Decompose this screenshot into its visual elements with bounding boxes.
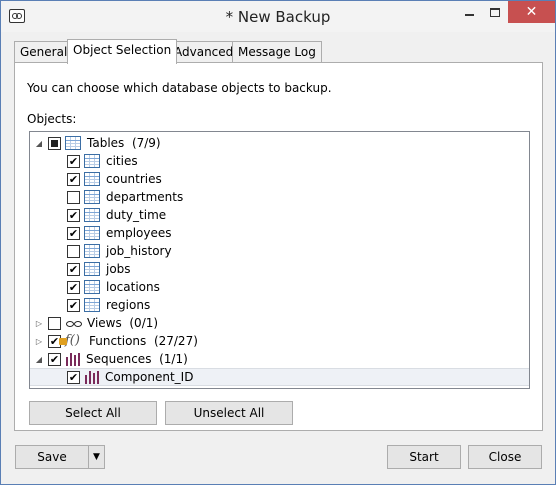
tree-node-tables[interactable]: ◢ Tables (7/9) — [30, 134, 529, 152]
tab-message-log[interactable]: Message Log — [232, 41, 322, 63]
tree-node-count: (27/27) — [153, 334, 198, 348]
tree-item-label: duty_time — [106, 208, 167, 222]
title-bar: * New Backup ✕ — [1, 1, 555, 32]
item-checkbox[interactable]: ✔ — [67, 280, 80, 294]
tab-object-selection[interactable]: Object Selection — [67, 39, 178, 64]
tree-node-label: Functions — [89, 334, 147, 348]
item-checkbox[interactable]: ✔ — [67, 208, 80, 222]
views-checkbox[interactable] — [48, 316, 61, 330]
item-checkbox[interactable]: ✔ — [67, 370, 80, 384]
select-all-button[interactable]: Select All — [29, 401, 157, 425]
tree-item-sequence[interactable]: ✔ Component_ID — [30, 368, 529, 386]
item-checkbox[interactable] — [67, 244, 80, 258]
table-icon — [84, 154, 100, 168]
sequences-checkbox[interactable]: ✔ — [48, 352, 61, 366]
tree-item-label: locations — [106, 280, 160, 294]
save-dropdown-button[interactable]: ▼ — [88, 445, 105, 469]
tree-node-count: (1/1) — [159, 352, 188, 366]
table-icon — [84, 190, 100, 204]
tree-node-count: (0/1) — [129, 316, 159, 330]
sequence-icon — [65, 352, 81, 366]
tree-node-label: Views — [87, 316, 122, 330]
tree-item-label: regions — [106, 298, 151, 312]
item-checkbox[interactable]: ✔ — [67, 298, 80, 312]
backup-window: * New Backup ✕ General Object Selection … — [0, 0, 556, 485]
table-icon — [84, 172, 100, 186]
tree-item-table[interactable]: ✔ employees — [30, 224, 529, 242]
item-checkbox[interactable]: ✔ — [67, 154, 80, 168]
sequence-icon — [84, 370, 100, 384]
table-icon — [84, 262, 100, 276]
tab-general[interactable]: General — [14, 41, 74, 63]
close-window-button[interactable]: ✕ — [508, 1, 555, 23]
item-checkbox[interactable] — [67, 190, 80, 204]
tree-node-sequences[interactable]: ◢ ✔ Sequences (1/1) — [30, 350, 529, 368]
save-button[interactable]: Save — [15, 445, 89, 469]
close-icon: ✕ — [525, 4, 538, 20]
object-selection-panel: You can choose which database objects to… — [14, 62, 543, 431]
maximize-button[interactable] — [481, 1, 508, 23]
item-checkbox[interactable]: ✔ — [67, 262, 80, 276]
table-icon — [84, 244, 100, 258]
minimize-icon — [465, 14, 474, 16]
tree-item-table[interactable]: ✔ locations — [30, 278, 529, 296]
tree-item-label: countries — [106, 172, 162, 186]
item-checkbox[interactable]: ✔ — [67, 226, 80, 240]
tables-checkbox[interactable] — [48, 136, 61, 150]
tree-node-label: Tables — [87, 136, 125, 150]
tree-item-table[interactable]: ✔ jobs — [30, 260, 529, 278]
tree-item-table[interactable]: ✔ regions — [30, 296, 529, 314]
item-checkbox[interactable]: ✔ — [67, 172, 80, 186]
tree-item-table[interactable]: departments — [30, 188, 529, 206]
tree-node-functions[interactable]: ▷ ✔ f() Functions (27/27) — [30, 332, 529, 350]
tree-node-label: Sequences — [86, 352, 152, 366]
maximize-icon — [489, 7, 500, 17]
tree-item-table[interactable]: ✔ countries — [30, 170, 529, 188]
expanded-arrow-icon[interactable]: ◢ — [33, 137, 45, 149]
glasses-icon — [65, 317, 83, 329]
table-icon — [84, 298, 100, 312]
close-button[interactable]: Close — [468, 445, 542, 469]
panel-description: You can choose which database objects to… — [27, 81, 332, 95]
tree-item-table[interactable]: job_history — [30, 242, 529, 260]
tree-node-views[interactable]: ▷ Views (0/1) — [30, 314, 529, 332]
dropdown-arrow-icon: ▼ — [93, 452, 100, 462]
tree-item-label: cities — [106, 154, 138, 168]
table-icon — [84, 226, 100, 240]
unselect-all-button[interactable]: Unselect All — [165, 401, 293, 425]
table-group-icon — [65, 136, 81, 150]
tree-item-label: employees — [106, 226, 172, 240]
start-button[interactable]: Start — [387, 445, 461, 469]
minimize-button[interactable] — [456, 1, 483, 23]
tree-item-label: Component_ID — [105, 370, 194, 384]
tab-advanced[interactable]: Advanced — [168, 41, 240, 63]
collapsed-arrow-icon[interactable]: ▷ — [33, 317, 45, 329]
collapsed-arrow-icon[interactable]: ▷ — [33, 335, 45, 347]
lock-icon — [59, 338, 67, 345]
tree-item-label: jobs — [106, 262, 131, 276]
tree-item-table[interactable]: ✔ cities — [30, 152, 529, 170]
expanded-arrow-icon[interactable]: ◢ — [33, 353, 45, 365]
table-icon — [84, 208, 100, 222]
table-icon — [84, 280, 100, 294]
tree-item-label: job_history — [106, 244, 172, 258]
tree-node-count: (7/9) — [131, 136, 161, 150]
function-icon-glyph: f() — [65, 333, 80, 348]
objects-label: Objects: — [27, 112, 77, 126]
function-icon: f() — [59, 333, 85, 349]
tree-item-label: departments — [106, 190, 184, 204]
objects-tree[interactable]: ◢ Tables (7/9) ✔ cities ✔ countries depa… — [29, 131, 530, 389]
tree-item-table[interactable]: ✔ duty_time — [30, 206, 529, 224]
